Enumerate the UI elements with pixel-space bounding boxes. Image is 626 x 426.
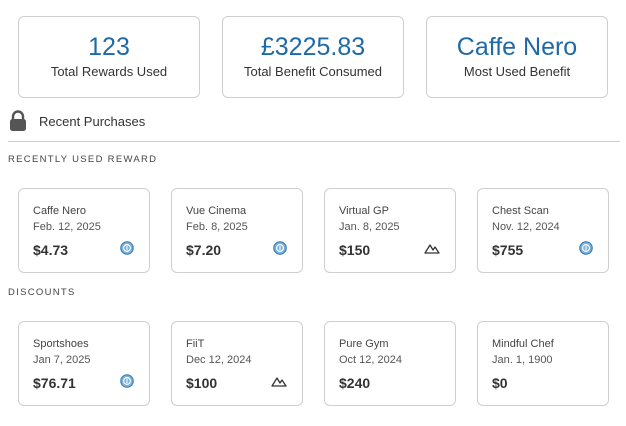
coin-icon [120,374,134,388]
reward-name: Caffe Nero [33,205,86,217]
divider [8,141,620,142]
reward-amount: $755 [492,242,524,258]
reward-name: Vue Cinema [186,205,247,217]
stat-value: Caffe Nero [456,33,578,61]
coin-icon [120,241,134,255]
discount-name: Sportshoes [33,338,89,350]
reward-name: Virtual GP [339,205,389,217]
discount-card[interactable]: Mindful Chef Jan. 1, 1900 $0 [477,321,609,406]
recent-purchases-link[interactable]: Recent Purchases [8,110,145,132]
lock-icon [8,110,28,132]
discount-date: Jan 7, 2025 [33,354,91,366]
discount-amount: $100 [186,375,218,391]
reward-date: Feb. 8, 2025 [186,221,248,233]
reward-date: Feb. 12, 2025 [33,221,101,233]
reward-amount: $7.20 [186,242,222,258]
reward-card[interactable]: Caffe Nero Feb. 12, 2025 $4.73 [18,188,150,273]
discount-card[interactable]: Pure Gym Oct 12, 2024 $240 [324,321,456,406]
discount-amount: $76.71 [33,375,76,391]
stat-card-total-rewards: 123 Total Rewards Used [18,16,200,98]
stat-value: £3225.83 [260,33,366,61]
reward-card[interactable]: Virtual GP Jan. 8, 2025 $150 [324,188,456,273]
discount-name: FiiT [186,338,205,350]
coin-icon [579,241,593,255]
coin-icon [273,241,287,255]
reward-name: Chest Scan [492,205,549,217]
reward-date: Jan. 8, 2025 [339,221,400,233]
reward-date: Nov. 12, 2024 [492,221,560,233]
stat-value: 123 [88,33,130,61]
mountain-icon [424,244,440,254]
stat-card-total-benefit: £3225.83 Total Benefit Consumed [222,16,404,98]
discount-card[interactable]: Sportshoes Jan 7, 2025 $76.71 [18,321,150,406]
stat-card-most-used: Caffe Nero Most Used Benefit [426,16,608,98]
discount-name: Pure Gym [339,338,389,350]
discount-date: Oct 12, 2024 [339,354,402,366]
section-heading-discounts: Discounts [8,287,76,298]
discount-card[interactable]: FiiT Dec 12, 2024 $100 [171,321,303,406]
reward-amount: $150 [339,242,371,258]
discount-name: Mindful Chef [492,338,554,350]
discount-amount: $0 [492,375,508,391]
discount-date: Jan. 1, 1900 [492,354,553,366]
stat-label: Most Used Benefit [463,64,571,79]
discount-amount: $240 [339,375,371,391]
reward-card[interactable]: Vue Cinema Feb. 8, 2025 $7.20 [171,188,303,273]
recent-purchases-label: Recent Purchases [39,113,146,129]
stat-label: Total Rewards Used [50,64,168,79]
reward-card[interactable]: Chest Scan Nov. 12, 2024 $755 [477,188,609,273]
stat-label: Total Benefit Consumed [243,64,383,79]
discount-date: Dec 12, 2024 [186,354,252,366]
mountain-icon [271,377,287,387]
section-heading-recent: Recently used reward [8,154,158,165]
reward-amount: $4.73 [33,242,69,258]
